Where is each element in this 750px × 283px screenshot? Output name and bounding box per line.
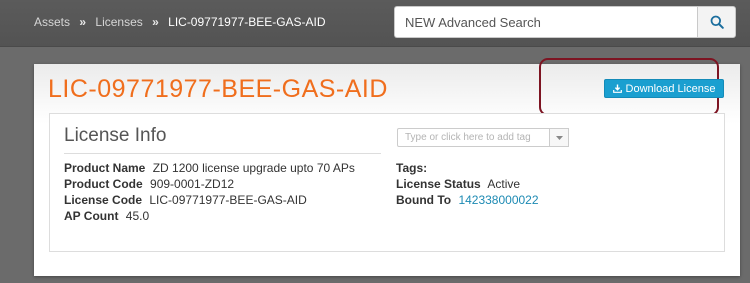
bound-to-field: Bound To 142338000022 <box>396 193 539 207</box>
license-code-field: License Code LIC-09771977-BEE-GAS-AID <box>64 193 307 207</box>
field-value: ZD 1200 license upgrade upto 70 APs <box>152 161 355 175</box>
caret-down-icon <box>555 135 563 140</box>
field-label: Tags: <box>396 161 428 175</box>
ap-count-field: AP Count 45.0 <box>64 209 149 223</box>
breadcrumb: Assets » Licenses » LIC-09771977-BEE-GAS… <box>34 15 326 29</box>
field-label: AP Count <box>64 209 119 223</box>
license-title: LIC-09771977-BEE-GAS-AID <box>48 75 388 103</box>
breadcrumb-current: LIC-09771977-BEE-GAS-AID <box>168 15 326 29</box>
bound-to-link[interactable]: 142338000022 <box>458 193 538 207</box>
breadcrumb-licenses[interactable]: Licenses <box>95 15 142 29</box>
download-icon <box>612 84 622 93</box>
search-icon <box>710 15 724 29</box>
product-code-field: Product Code 909-0001-ZD12 <box>64 177 234 191</box>
download-license-label: Download License <box>625 82 716 95</box>
field-value: LIC-09771977-BEE-GAS-AID <box>149 193 307 207</box>
tag-input[interactable]: Type or click here to add tag <box>397 128 550 147</box>
breadcrumb-separator: » <box>152 15 159 29</box>
field-value: 45.0 <box>125 209 150 223</box>
tag-dropdown-button[interactable] <box>550 128 569 147</box>
field-label: License Code <box>64 193 143 207</box>
field-value: 909-0001-ZD12 <box>150 177 235 191</box>
download-license-button[interactable]: Download License <box>604 79 724 98</box>
license-status-field: License Status Active <box>396 177 520 191</box>
top-bar: Assets » Licenses » LIC-09771977-BEE-GAS… <box>0 0 750 47</box>
license-card: LIC-09771977-BEE-GAS-AID Download Licens… <box>34 58 740 276</box>
search-input[interactable] <box>394 6 697 38</box>
breadcrumb-assets[interactable]: Assets <box>34 15 70 29</box>
license-info-heading: License Info <box>64 125 381 154</box>
field-label: Bound To <box>396 193 452 207</box>
search-button[interactable] <box>697 6 736 38</box>
field-label: License Status <box>396 177 481 191</box>
field-value: Active <box>487 177 521 191</box>
field-label: Product Code <box>64 177 143 191</box>
breadcrumb-separator: » <box>79 15 87 29</box>
product-name-field: Product Name ZD 1200 license upgrade upt… <box>64 161 355 175</box>
tags-field: Tags: <box>396 161 431 175</box>
field-label: Product Name <box>64 161 146 175</box>
license-info-panel: License Info Type or click here to add t… <box>49 113 725 252</box>
